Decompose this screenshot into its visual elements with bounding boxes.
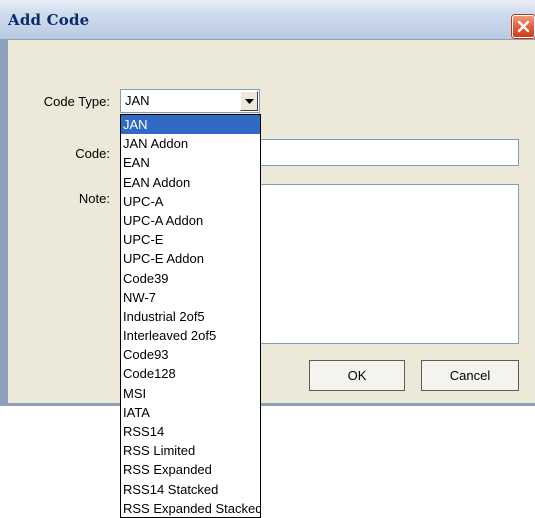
add-code-dialog: Add Code Code Type: Code: Note: JAN OK C… (0, 0, 535, 406)
cancel-button[interactable]: Cancel (421, 360, 519, 391)
screen: Add Code Code Type: Code: Note: JAN OK C… (0, 0, 535, 518)
dropdown-option[interactable]: Code39 (121, 269, 260, 288)
chevron-down-icon (245, 99, 254, 104)
note-label: Note: (78, 191, 110, 206)
dropdown-option[interactable]: EAN Addon (121, 173, 260, 192)
dropdown-option[interactable]: Code128 (121, 364, 260, 383)
dropdown-option[interactable]: UPC-E (121, 230, 260, 249)
dropdown-option[interactable]: UPC-A Addon (121, 211, 260, 230)
code-type-dropdown-button[interactable] (240, 91, 258, 111)
dropdown-option[interactable]: NW-7 (121, 288, 260, 307)
dropdown-option[interactable]: JAN (121, 115, 260, 135)
code-label: Code: (75, 146, 110, 161)
window-title: Add Code (8, 11, 90, 29)
close-icon (517, 20, 530, 33)
dropdown-option[interactable]: IATA (121, 403, 260, 422)
dropdown-option[interactable]: RSS Expanded (121, 460, 260, 479)
dropdown-option[interactable]: UPC-A (121, 192, 260, 211)
dropdown-option[interactable]: RSS14 Statcked (121, 480, 260, 499)
dropdown-option[interactable]: Code93 (121, 345, 260, 364)
dropdown-option[interactable]: RSS14 (121, 422, 260, 441)
dropdown-option[interactable]: RSS Limited (121, 441, 260, 460)
dropdown-option[interactable]: EAN (121, 153, 260, 172)
title-bar[interactable]: Add Code (0, 0, 535, 40)
code-type-label: Code Type: (43, 94, 110, 109)
dropdown-option[interactable]: RSS Expanded Stacked (121, 499, 260, 517)
code-type-dropdown-list[interactable]: JAN JAN Addon EAN EAN Addon UPC-A UPC-A Addon… (120, 114, 261, 518)
close-button[interactable] (512, 15, 535, 38)
dropdown-option[interactable]: Interleaved 2of5 (121, 326, 260, 345)
code-type-selected-value: JAN (125, 93, 150, 108)
dropdown-option[interactable]: JAN Addon (121, 134, 260, 153)
dropdown-option[interactable]: MSI (121, 384, 260, 403)
dropdown-option[interactable]: Industrial 2of5 (121, 307, 260, 326)
dropdown-option[interactable]: UPC-E Addon (121, 249, 260, 268)
code-type-select[interactable]: JAN (120, 89, 260, 113)
ok-button[interactable]: OK (309, 360, 405, 391)
